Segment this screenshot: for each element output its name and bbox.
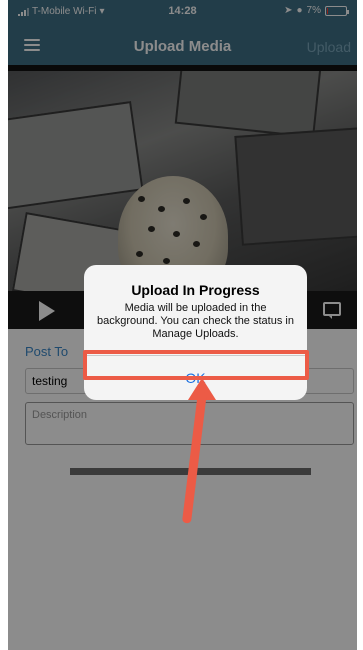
alert-title: Upload In Progress [131,282,260,298]
annotation-highlight-box [83,350,309,380]
phone-screen: T-Mobile Wi-Fi ▾ 14:28 ➤ ● 7% Upload Med… [8,0,357,650]
alert-message: Media will be uploaded in the background… [97,302,294,340]
